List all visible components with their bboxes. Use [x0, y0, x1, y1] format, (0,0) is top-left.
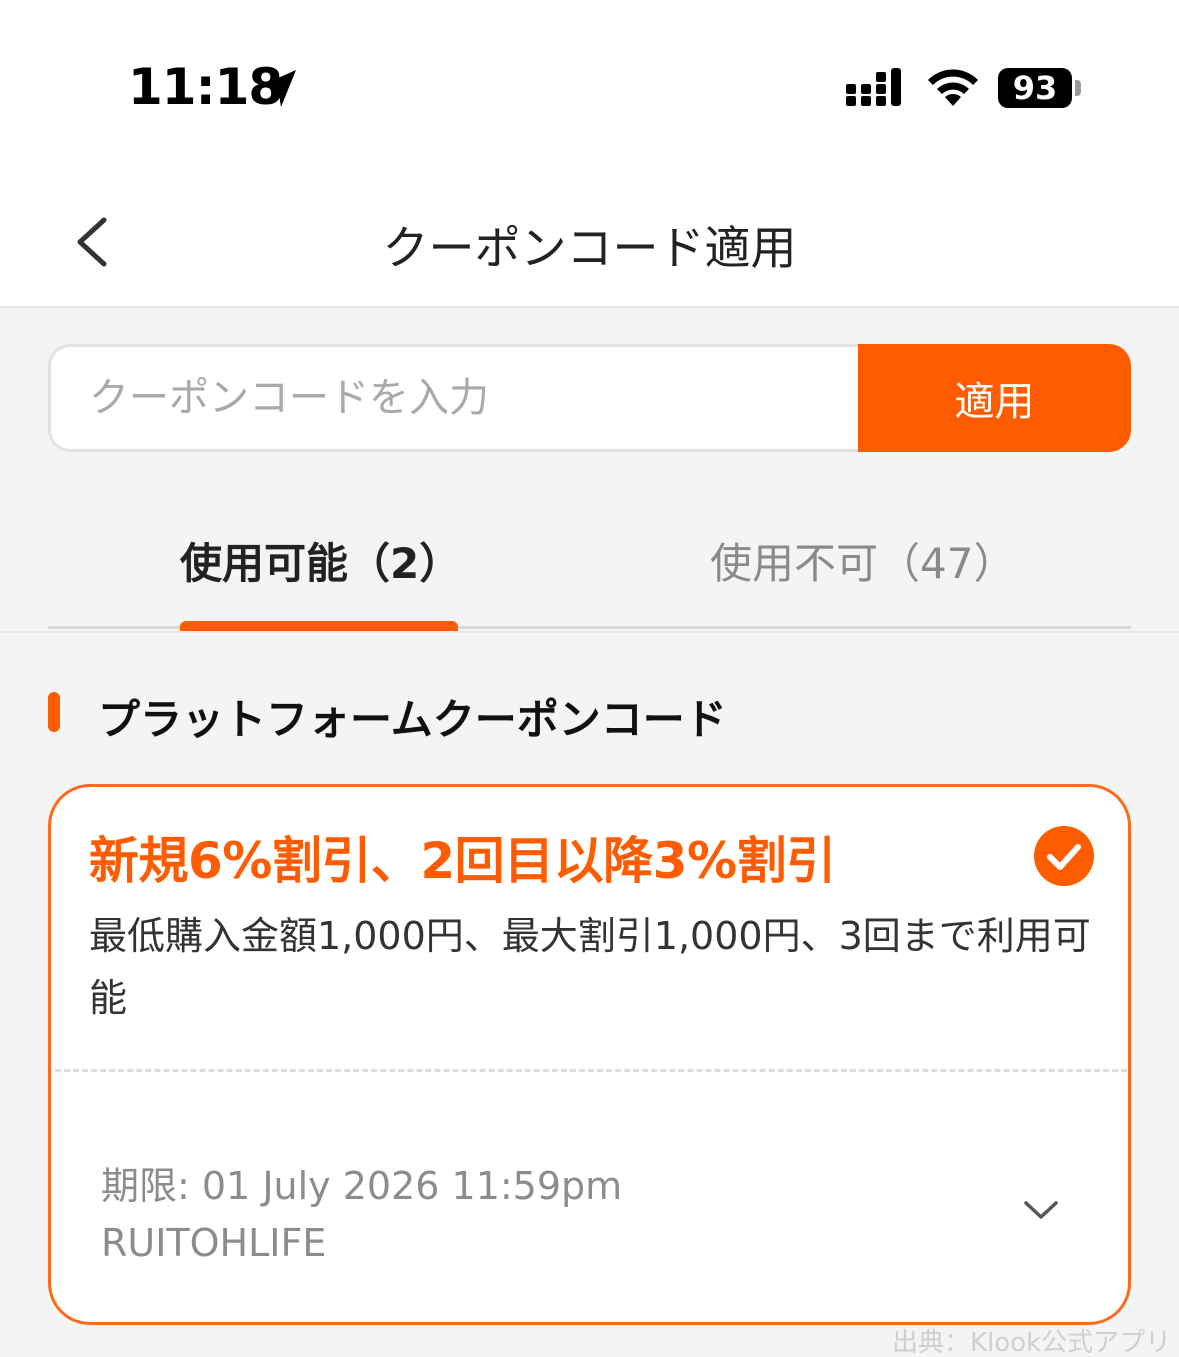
active-tab-indicator: [180, 621, 458, 631]
source-credit: 出典：Klook公式アプリ: [892, 1328, 1172, 1357]
battery-tip: [1075, 80, 1081, 96]
coupon-title: 新規6%割引、2回目以降3%割引: [89, 832, 836, 890]
battery-indicator: 93: [998, 68, 1072, 108]
tab-available[interactable]: 使用可能（2）: [180, 530, 461, 591]
cellular-signal-icon: [846, 68, 901, 106]
coupon-expiry: 期限: 01 July 2026 11:59pm: [101, 1164, 623, 1208]
coupon-input-wrapper: [48, 344, 860, 452]
page-title: クーポンコード適用: [382, 221, 797, 275]
top-bar: 11:18 93 クーポンコード適用: [0, 0, 1179, 308]
section-title: プラットフォームクーポンコード: [98, 695, 727, 744]
wifi-icon: [928, 69, 978, 106]
chevron-down-icon[interactable]: [1021, 1197, 1061, 1223]
section-accent-bar: [48, 692, 60, 732]
apply-button[interactable]: 適用: [858, 344, 1131, 452]
tab-unavailable[interactable]: 使用不可（47）: [710, 530, 1015, 591]
coupon-code: RUITOHLIFE: [101, 1221, 327, 1265]
checkmark-circle-icon[interactable]: [1033, 825, 1095, 887]
location-arrow-icon: [260, 70, 296, 107]
tab-divider: [0, 631, 1179, 633]
coupon-dashed-divider: [55, 1069, 1127, 1072]
coupon-card[interactable]: 新規6%割引、2回目以降3%割引 最低購入金額1,000円、最大割引1,000円…: [48, 784, 1131, 1325]
coupon-code-input[interactable]: [51, 347, 860, 449]
coupon-description: 最低購入金額1,000円、最大割引1,000円、3回まで利用可能: [89, 914, 1091, 1020]
